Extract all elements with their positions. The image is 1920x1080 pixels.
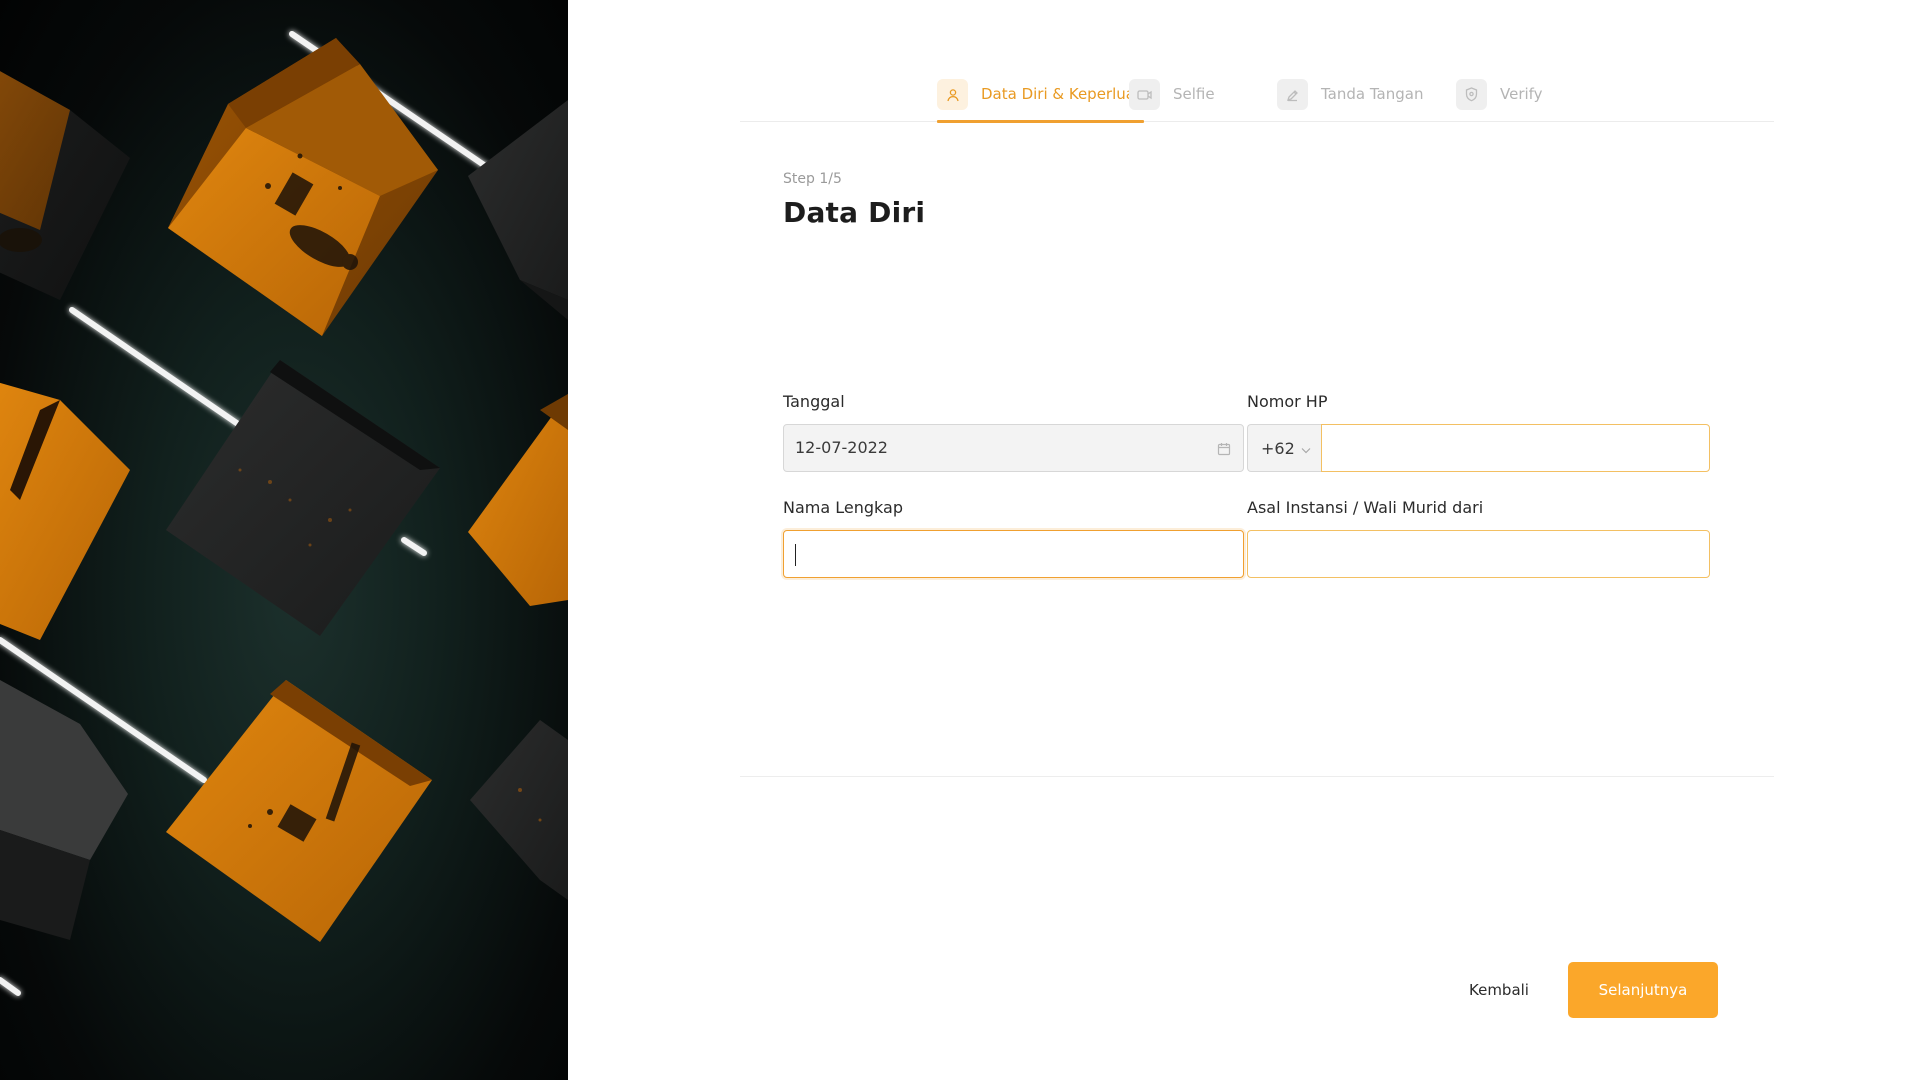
step-label: Data Diri & Keperluan [981, 85, 1145, 103]
nomor-hp-label: Nomor HP [1247, 392, 1328, 411]
tanggal-label: Tanggal [783, 392, 845, 411]
country-code-select[interactable]: +62 [1247, 424, 1321, 472]
cube-dark-topright [468, 100, 568, 320]
form-panel: Data Diri & Keperluan Selfie Tanda Tanga… [568, 0, 1920, 1080]
cubes-illustration [0, 31, 568, 996]
tanggal-value: 12-07-2022 [795, 438, 888, 457]
decorative-artwork [0, 0, 568, 1080]
calendar-icon[interactable] [1217, 441, 1231, 460]
tanggal-field[interactable]: 12-07-2022 [783, 424, 1244, 472]
chevron-down-icon [1301, 439, 1311, 458]
cube-orange-left [0, 382, 130, 640]
divider [740, 776, 1774, 777]
step-selfie[interactable]: Selfie [1129, 79, 1215, 121]
step-verify[interactable]: Verify [1456, 79, 1543, 121]
step-data-diri[interactable]: Data Diri & Keperluan [937, 79, 1145, 123]
text-caret [795, 544, 796, 566]
cube-orange-bottom [166, 680, 432, 942]
camera-icon [1129, 79, 1160, 110]
cube-dark-topleft [0, 71, 130, 300]
page-title: Data Diri [783, 196, 926, 229]
step-label: Verify [1500, 85, 1543, 103]
step-counter: Step 1/5 [783, 171, 842, 187]
nama-lengkap-input[interactable] [783, 530, 1244, 578]
pen-icon [1277, 79, 1308, 110]
user-icon [937, 79, 968, 110]
nama-lengkap-label: Nama Lengkap [783, 498, 903, 517]
next-button[interactable]: Selanjutnya [1568, 962, 1718, 1018]
step-label: Selfie [1173, 85, 1215, 103]
asal-instansi-label: Asal Instansi / Wali Murid dari [1247, 498, 1484, 517]
asal-instansi-input[interactable] [1247, 530, 1710, 578]
cube-dark-bottomright [470, 720, 568, 900]
shield-icon [1456, 79, 1487, 110]
step-label: Tanda Tangan [1321, 85, 1424, 103]
nomor-hp-input[interactable] [1321, 424, 1710, 472]
cube-dark-bottomleft [0, 680, 128, 940]
cube-orange-top [168, 38, 438, 336]
step-tanda-tangan[interactable]: Tanda Tangan [1277, 79, 1423, 121]
stepper: Data Diri & Keperluan Selfie Tanda Tanga… [740, 78, 1774, 123]
back-button[interactable]: Kembali [1440, 962, 1558, 1018]
country-code-value: +62 [1261, 438, 1295, 458]
page: Data Diri & Keperluan Selfie Tanda Tanga… [0, 0, 1920, 1080]
cube-orange-right [468, 394, 568, 606]
